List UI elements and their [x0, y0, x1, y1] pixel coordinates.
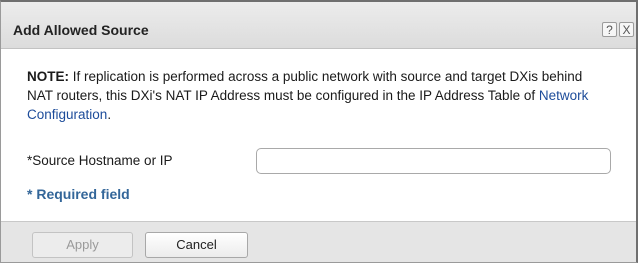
dialog-footer: Apply Cancel	[1, 221, 636, 262]
source-hostname-label: *Source Hostname or IP	[27, 153, 173, 168]
apply-button[interactable]: Apply	[32, 232, 133, 258]
note-prefix: NOTE:	[27, 69, 69, 84]
add-allowed-source-dialog: Add Allowed Source ? X NOTE: If replicat…	[0, 0, 638, 263]
dialog-titlebar[interactable]: Add Allowed Source ? X	[1, 2, 636, 49]
replication-note: NOTE: If replication is performed across…	[27, 67, 607, 124]
close-icon[interactable]: X	[619, 22, 634, 37]
note-text: If replication is performed across a pub…	[27, 69, 583, 103]
dialog-title: Add Allowed Source	[13, 22, 149, 38]
note-suffix: .	[107, 107, 112, 122]
cancel-button[interactable]: Cancel	[145, 232, 248, 258]
required-field-note: * Required field	[27, 186, 130, 202]
help-icon[interactable]: ?	[602, 22, 617, 37]
source-hostname-input[interactable]	[256, 148, 611, 174]
